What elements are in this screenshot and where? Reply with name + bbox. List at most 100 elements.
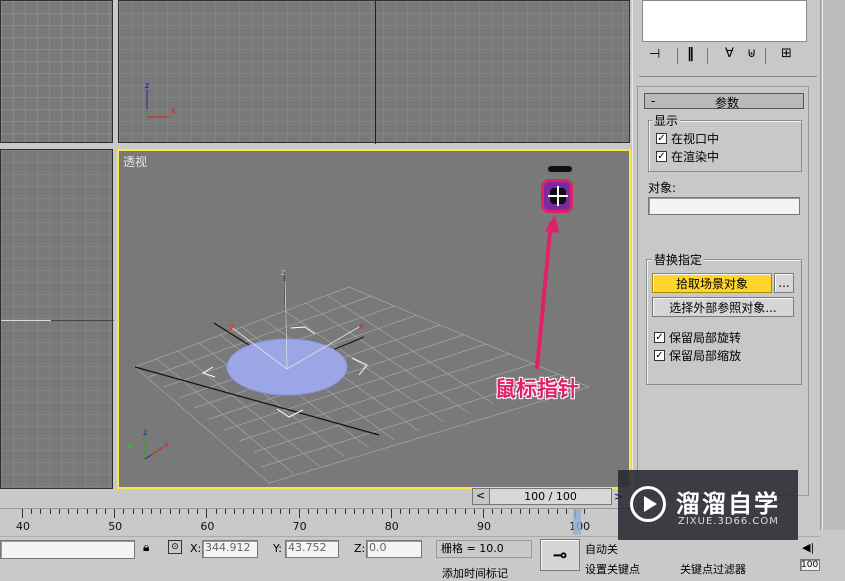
timeline-tick-label: 70 — [292, 520, 307, 533]
timeline-tick — [455, 509, 457, 514]
timeline-tick — [538, 509, 540, 514]
checkbox-keep-local-scale[interactable]: ✓ 保留局部缩放 — [654, 347, 741, 364]
timeline-tick — [270, 509, 272, 514]
timeline-tick-label: 60 — [200, 520, 215, 533]
viewport-front[interactable]: x z — [118, 0, 630, 144]
checkbox-label: 在视口中 — [671, 132, 720, 146]
timeline-tick — [547, 509, 549, 514]
rollout-title: 参数 — [715, 96, 740, 110]
timeline-tick — [206, 509, 208, 518]
timeline-tick-label: 40 — [16, 520, 30, 533]
time-cursor[interactable] — [573, 509, 581, 535]
key-filters-button[interactable]: 关键点过滤器 — [680, 561, 746, 577]
timeline[interactable]: 405060708090100 — [0, 508, 632, 535]
checkbox-label: 保留局部旋转 — [669, 331, 742, 345]
set-key-icon[interactable]: ⊸ — [540, 539, 580, 571]
lock-selection-icon[interactable]: 🔒︎ — [143, 540, 149, 555]
timeline-tick — [381, 509, 383, 514]
timeline-tick-label: 50 — [108, 520, 123, 533]
auto-key-button[interactable]: 自动关 — [585, 541, 618, 557]
absolute-mode-icon[interactable]: ⊙ — [168, 540, 182, 554]
watermark-url: ZIXUE.3D66.COM — [678, 516, 779, 527]
timeline-tick — [464, 509, 466, 514]
checkbox-in-render[interactable]: ✓ 在渲染中 — [656, 148, 719, 165]
timeline-tick — [252, 509, 254, 514]
time-slider[interactable]: < 100 / 100 — [472, 488, 612, 505]
timeline-tick — [510, 509, 512, 514]
timeline-tick — [400, 509, 402, 514]
z-coord-label: Z: — [354, 542, 366, 555]
timeline-tick — [446, 509, 448, 514]
object-label: 对象: — [648, 181, 677, 195]
modifier-list[interactable] — [642, 0, 807, 42]
timeline-tick — [436, 509, 438, 514]
timeline-tick — [529, 509, 531, 514]
add-time-tag-button[interactable]: 添加时间标记 — [442, 565, 508, 581]
svg-text:x: x — [164, 440, 169, 449]
set-key-label[interactable]: 设置关键点 — [585, 561, 640, 577]
time-slider-value: 100 / 100 — [524, 490, 577, 503]
timeline-tick — [473, 509, 475, 514]
timeline-tick — [132, 509, 134, 514]
timeline-tick — [280, 509, 282, 514]
checkbox-mark[interactable]: ✓ — [654, 332, 665, 343]
viewport-perspective[interactable]: 透视 y x z x y z 鼠标指针 — [117, 149, 631, 489]
current-frame-field[interactable]: 100 — [800, 559, 820, 571]
viewport-left[interactable] — [0, 149, 114, 489]
checkbox-keep-local-rotation[interactable]: ✓ 保留局部旋转 — [654, 329, 741, 346]
display-legend: 显示 — [652, 112, 681, 129]
prompt-line[interactable] — [0, 540, 135, 559]
configure-sets-icon[interactable]: ⊞ — [781, 46, 792, 61]
timeline-tick — [289, 509, 291, 514]
timeline-tick — [326, 509, 328, 514]
timeline-tick — [363, 509, 365, 514]
svg-text:x: x — [171, 106, 176, 115]
annotation-label: 鼠标指针 — [495, 377, 579, 401]
pick-scene-object-button[interactable]: 拾取场景对象 — [652, 273, 772, 293]
z-coord-field[interactable]: 0.0 — [366, 540, 422, 558]
panel-scrollbar[interactable] — [820, 0, 845, 530]
stack-toolbar: ⊣ ‖ ∀ ⊎ ⊞ — [643, 46, 803, 68]
checkbox-label: 在渲染中 — [671, 150, 720, 164]
checkbox-mark[interactable]: ✓ — [656, 151, 667, 162]
timeline-tick — [169, 509, 171, 514]
checkbox-mark[interactable]: ✓ — [656, 133, 667, 144]
timeline-tick — [317, 509, 319, 514]
object-field[interactable] — [648, 197, 800, 215]
time-prev-button[interactable]: < — [476, 489, 485, 502]
timeline-tick — [86, 509, 88, 514]
timeline-tick — [160, 509, 162, 514]
timeline-tick — [234, 509, 236, 514]
timeline-tick — [151, 509, 153, 514]
timeline-tick — [501, 509, 503, 514]
watermark: 溜溜自学 ZIXUE.3D66.COM — [618, 470, 798, 540]
timeline-tick — [353, 509, 355, 514]
svg-text:z: z — [143, 428, 147, 437]
make-unique-icon[interactable]: ∀ — [725, 46, 734, 61]
timeline-tick-label: 90 — [477, 520, 491, 533]
rollout-header-params[interactable]: - 参数 — [644, 93, 804, 110]
timeline-tick — [77, 509, 79, 514]
rollout-collapse-icon[interactable]: - — [651, 94, 655, 108]
select-external-object-button[interactable]: 选择外部参照对象... — [652, 297, 794, 317]
grid-size-display: 栅格 = 10.0 — [436, 540, 532, 558]
go-start-icon[interactable]: ◀| — [802, 541, 814, 554]
ellipsis-button[interactable]: ... — [774, 273, 794, 293]
timeline-tick — [187, 509, 189, 514]
timeline-tick — [584, 509, 586, 514]
viewport-top-left[interactable] — [0, 0, 113, 143]
x-coord-field[interactable]: 344.912 — [202, 540, 258, 558]
svg-text:z: z — [145, 81, 149, 90]
y-coord-field[interactable]: 43.752 — [285, 540, 339, 558]
command-panel: ⊣ ‖ ∀ ⊎ ⊞ - 参数 显示 ✓ 在视口中 ✓ 在渲染中 对象: 替换指定… — [632, 0, 820, 500]
y-coord-label: Y: — [273, 542, 282, 555]
timeline-tick — [307, 509, 309, 514]
show-end-result-icon[interactable]: ‖ — [687, 46, 694, 62]
remove-modifier-icon[interactable]: ⊎ — [747, 46, 757, 61]
pin-stack-icon[interactable]: ⊣ — [649, 47, 660, 62]
watermark-logo-icon — [630, 486, 666, 522]
checkbox-mark[interactable]: ✓ — [654, 350, 665, 361]
checkbox-in-viewport[interactable]: ✓ 在视口中 — [656, 130, 719, 147]
timeline-tick — [418, 509, 420, 514]
timeline-tick — [344, 509, 346, 514]
